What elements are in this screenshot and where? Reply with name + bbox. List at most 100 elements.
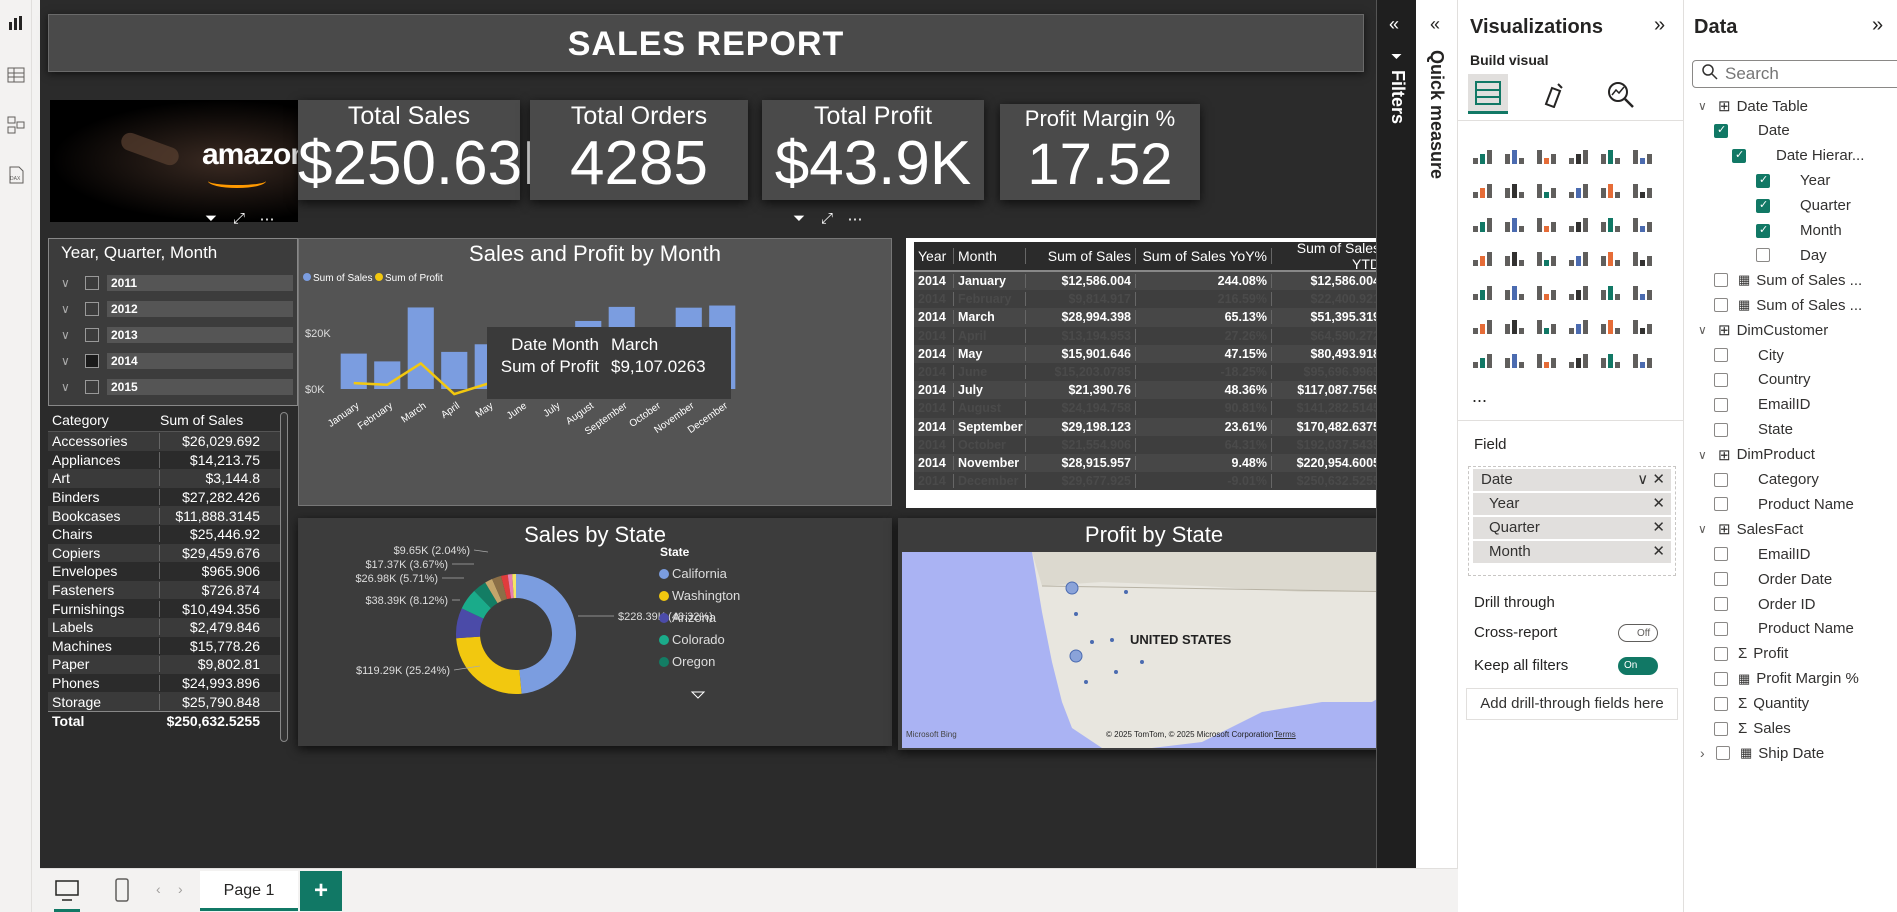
table-row[interactable]: Accessories $26,029.692 (48, 432, 288, 451)
slicer-item-2015[interactable]: ∨ 2015 (61, 377, 293, 397)
data-table-node[interactable]: ∨ ⊞ DimProduct (1698, 443, 1815, 467)
field-checkbox[interactable] (1714, 696, 1728, 711)
field-checkbox[interactable] (1714, 671, 1728, 686)
chevron-down-icon[interactable]: ∨ (61, 354, 85, 368)
filled-map-visual-icon[interactable] (1502, 246, 1526, 270)
map-terms-link[interactable]: Terms (1274, 730, 1296, 739)
add-page-button[interactable]: + (300, 871, 342, 911)
stacked-column-visual-icon[interactable] (1502, 144, 1526, 168)
area-visual-icon[interactable] (1502, 178, 1526, 202)
chevron-down-icon[interactable]: ∨ (61, 380, 85, 394)
stacked-bar-visual-icon[interactable] (1470, 144, 1494, 168)
waterfall-visual-icon[interactable] (1598, 178, 1622, 202)
azure-map-visual-icon[interactable] (1534, 246, 1558, 270)
field-checkbox[interactable] (1714, 422, 1728, 437)
100-column-visual-icon[interactable] (1630, 144, 1654, 168)
kpi-card-total-sales[interactable]: Total Sales $250.63K (298, 100, 563, 200)
ribbon-visual-icon[interactable] (1566, 178, 1590, 202)
table-row[interactable]: Envelopes $965.906 (48, 562, 288, 581)
checkbox[interactable] (85, 354, 99, 368)
profit-by-state-map[interactable]: Profit by State UNITED STATES Microsoft … (898, 518, 1410, 750)
field-checkbox[interactable] (1756, 223, 1770, 238)
focus-mode-icon[interactable]: ⤢ (816, 210, 838, 228)
field-checkbox[interactable] (1714, 348, 1728, 362)
field-checkbox[interactable] (1714, 472, 1728, 487)
field-checkbox[interactable] (1714, 273, 1728, 288)
funnel-visual-icon[interactable] (1502, 212, 1526, 236)
smart-narrative-visual-icon[interactable] (1566, 348, 1590, 372)
table-row[interactable]: Copiers $29,459.676 (48, 543, 288, 563)
clustered-bar-visual-icon[interactable] (1534, 144, 1558, 168)
field-checkbox[interactable] (1714, 372, 1728, 387)
table-row[interactable]: Machines $15,778.26 (48, 637, 288, 656)
checkbox[interactable] (85, 302, 99, 316)
mobile-layout-icon[interactable] (114, 877, 130, 908)
multi-row-card-visual-icon[interactable] (1470, 280, 1494, 304)
python-visual-icon[interactable] (1470, 314, 1494, 338)
matrix-row[interactable]: 2014 July $21,390.76 48.36% $117,087.7565 (914, 381, 1384, 400)
slicer-item-2011[interactable]: ∨ 2011 (61, 273, 293, 293)
field-pill-year[interactable]: Year ✕ (1473, 493, 1671, 515)
field-pill-date[interactable]: Date ∨ ✕ (1473, 469, 1671, 491)
kpi-card-total-profit[interactable]: Total Profit $43.9K (762, 100, 984, 200)
chevron-down-icon[interactable]: ∨ (61, 328, 85, 342)
donut-visual-icon[interactable] (1598, 212, 1622, 236)
expand-pane-icon[interactable]: « (1430, 14, 1440, 35)
field-checkbox[interactable] (1756, 248, 1770, 263)
collapse-pane-icon[interactable]: » (1654, 14, 1665, 37)
data-field-item[interactable]: ▦ Sum of Sales ... (1714, 268, 1862, 292)
data-field-item[interactable]: Σ Sales (1714, 717, 1791, 741)
collapse-data-pane-icon[interactable]: » (1872, 14, 1883, 37)
100-bar-visual-icon[interactable] (1598, 144, 1622, 168)
checkbox[interactable] (85, 380, 99, 394)
sales-profit-by-month-chart[interactable]: Sum of Sales Sum of Profit $0K $20K January F… (298, 238, 892, 506)
filter-icon[interactable]: ⏷ (200, 210, 222, 228)
dax-query-view-icon[interactable]: DAX (6, 166, 26, 186)
field-checkbox[interactable] (1714, 597, 1728, 611)
table-row[interactable]: Paper $9,802.81 (48, 655, 288, 674)
data-field-item[interactable]: EmailID (1714, 542, 1811, 566)
year-quarter-month-slicer[interactable]: Year, Quarter, Month ∨ 2011 ∨ 2012 ∨ 2013 ∨… (48, 238, 298, 406)
key-influencers-visual-icon[interactable] (1502, 314, 1526, 338)
table-row[interactable]: Fasteners $726.874 (48, 580, 288, 600)
pie-visual-icon[interactable] (1566, 212, 1590, 236)
field-checkbox[interactable] (1714, 123, 1728, 138)
table-row[interactable]: Chairs $25,446.92 (48, 525, 288, 544)
table-row[interactable]: Bookcases $11,888.3145 (48, 506, 288, 525)
power-automate-visual-icon[interactable] (1534, 348, 1558, 372)
table-visual-icon[interactable] (1566, 280, 1590, 304)
chevron-visual-icon[interactable] (1630, 348, 1654, 372)
more-options-icon[interactable]: ⋯ (256, 210, 278, 228)
data-field-item[interactable]: City (1714, 343, 1784, 367)
narrative-visual-icon[interactable] (1598, 314, 1622, 338)
checkbox[interactable] (85, 276, 99, 290)
build-visual-tab[interactable] (1468, 74, 1508, 114)
search-input[interactable] (1692, 60, 1897, 88)
quick-measure-pane-collapsed[interactable]: « Quick measure (1416, 0, 1458, 912)
map-canvas[interactable]: UNITED STATES Microsoft Bing © 2025 TomT… (902, 552, 1406, 748)
matrix-row[interactable]: 2014 March $28,994.398 65.13% $51,395.319 (914, 308, 1384, 327)
field-checkbox[interactable] (1714, 646, 1728, 661)
field-checkbox[interactable] (1714, 572, 1728, 587)
data-table-node[interactable]: ∨ ⊞ Date Table (1698, 94, 1808, 118)
table-row[interactable]: Appliances $14,213.75 (48, 451, 288, 470)
slicer-visual-icon[interactable] (1534, 280, 1558, 304)
table-scrollbar[interactable] (280, 412, 288, 742)
data-field-item[interactable]: State (1714, 418, 1793, 442)
data-field-item[interactable]: Product Name (1714, 492, 1854, 516)
data-field-item[interactable]: Product Name (1714, 617, 1854, 641)
page-tab-page-1[interactable]: Page 1 (200, 871, 298, 911)
matrix-row[interactable]: 2014 June $15,203.0785 -18.25% $95,696.9965 (914, 362, 1384, 382)
matrix-row[interactable]: 2014 November $28,915.957 9.48% $220,954.600… (914, 453, 1384, 473)
checkbox[interactable] (85, 328, 99, 342)
field-checkbox[interactable] (1714, 397, 1728, 412)
stacked-area-visual-icon[interactable] (1534, 178, 1558, 202)
data-field-item[interactable]: Month (1756, 219, 1842, 243)
slicer-item-2012[interactable]: ∨ 2012 (61, 299, 293, 319)
remove-field-icon[interactable]: ∨ ✕ (1637, 469, 1665, 491)
data-field-item[interactable]: Date (1714, 119, 1790, 143)
data-field-item[interactable]: Order Date (1714, 567, 1832, 591)
prev-page-icon[interactable]: ‹ (156, 881, 161, 897)
goals-visual-icon[interactable] (1630, 314, 1654, 338)
data-field-item[interactable]: EmailID (1714, 393, 1811, 417)
